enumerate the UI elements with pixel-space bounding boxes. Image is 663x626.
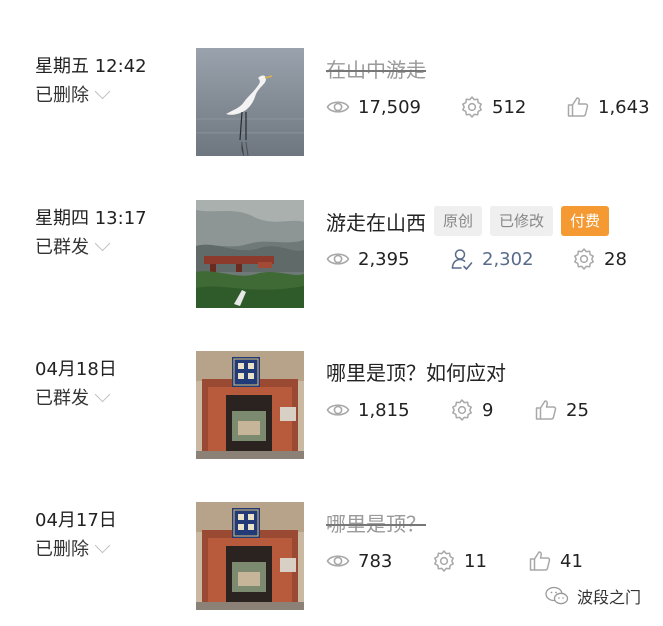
like-count: 25 <box>534 398 589 422</box>
read-count-value: 17,509 <box>358 96 421 118</box>
read-count-value: 783 <box>358 550 393 572</box>
article-stats: 1,815 9 25 <box>326 398 589 422</box>
chevron-down-icon[interactable] <box>94 235 111 251</box>
read-count: 17,509 <box>326 95 460 119</box>
status-label: 已群发 <box>35 237 89 258</box>
article-title[interactable]: 在山中游走 <box>326 54 426 83</box>
chevron-down-icon[interactable] <box>94 83 111 99</box>
article-title[interactable]: 哪里是顶？如何应对 <box>326 357 506 386</box>
publish-date: 04月18日 <box>35 359 117 380</box>
watermark-text: 波段之门 <box>577 588 642 607</box>
share-count-value: 11 <box>464 550 487 572</box>
thumbs-up-icon <box>566 95 590 119</box>
status-dropdown[interactable]: 已群发 <box>35 384 111 410</box>
like-count: 1,643 <box>566 95 650 119</box>
temple-gate-image <box>196 502 304 610</box>
like-count-value: 41 <box>560 550 583 572</box>
article-thumbnail[interactable] <box>196 48 304 156</box>
status-dropdown[interactable]: 已删除 <box>35 81 111 107</box>
read-count: 1,815 <box>326 398 450 422</box>
status-label: 已群发 <box>35 388 89 409</box>
status-label: 已删除 <box>35 539 89 560</box>
article-title[interactable]: 游走在山西 原创 已修改 付费 <box>326 206 610 236</box>
like-count: 41 <box>528 549 583 573</box>
egret-image <box>196 48 304 156</box>
like-count-value: 1,643 <box>598 96 650 118</box>
account-watermark: 波段之门 <box>545 584 641 608</box>
read-count: 783 <box>326 549 432 573</box>
eye-icon <box>326 549 350 573</box>
eye-icon <box>326 398 350 422</box>
share-count-value: 9 <box>482 399 494 421</box>
share-count: 11 <box>432 549 528 573</box>
read-count-value: 2,395 <box>358 248 410 270</box>
read-count-value: 1,815 <box>358 399 410 421</box>
thumbs-up-icon <box>534 398 558 422</box>
article-stats: 2,395 2,302 28 <box>326 247 627 271</box>
publish-date: 星期五 12:42 <box>35 56 147 77</box>
article-stats: 783 11 41 <box>326 549 583 573</box>
article-title[interactable]: 哪里是顶？ <box>326 508 426 537</box>
article-title-text: 哪里是顶？如何应对 <box>326 361 506 385</box>
temple-gate-image <box>196 351 304 459</box>
paid-tag: 付费 <box>561 206 610 236</box>
article-title-text: 游走在山西 <box>326 210 426 235</box>
article-row[interactable]: 星期四 13:17 已群发 游走在山西 原创 已修改 付费 2,395 2,30… <box>0 192 663 312</box>
read-count: 2,395 <box>326 247 450 271</box>
chevron-down-icon[interactable] <box>94 386 111 402</box>
article-thumbnail[interactable] <box>196 200 304 308</box>
original-tag: 原创 <box>434 206 483 236</box>
article-row[interactable]: 04月18日 已群发 哪里是顶？如何应对 1,815 9 25 <box>0 343 663 463</box>
status-dropdown[interactable]: 已删除 <box>35 535 111 561</box>
share-count-value: 512 <box>492 96 527 118</box>
modified-tag: 已修改 <box>490 206 554 236</box>
follow-count-value: 2,302 <box>482 248 534 270</box>
article-row[interactable]: 星期五 12:42 已删除 在山中游走 17,509 512 1,643 <box>0 40 663 160</box>
eye-icon <box>326 95 350 119</box>
share-count-value: 28 <box>604 248 627 270</box>
share-count: 28 <box>572 247 627 271</box>
status-dropdown[interactable]: 已群发 <box>35 233 111 259</box>
article-stats: 17,509 512 1,643 <box>326 95 650 119</box>
article-title-text: 在山中游走 <box>326 58 426 82</box>
article-thumbnail[interactable] <box>196 502 304 610</box>
status-label: 已删除 <box>35 85 89 106</box>
follow-count[interactable]: 2,302 <box>450 247 572 271</box>
gear-icon <box>432 549 456 573</box>
gear-icon <box>572 247 596 271</box>
eye-icon <box>326 247 350 271</box>
share-count: 9 <box>450 398 534 422</box>
follow-user-icon <box>450 247 474 271</box>
thumbs-up-icon <box>528 549 552 573</box>
chevron-down-icon[interactable] <box>94 537 111 553</box>
share-count: 512 <box>460 95 566 119</box>
publish-date: 04月17日 <box>35 510 117 531</box>
gear-icon <box>460 95 484 119</box>
like-count-value: 25 <box>566 399 589 421</box>
hanging-temple-image <box>196 200 304 308</box>
publish-date: 星期四 13:17 <box>35 208 147 229</box>
article-title-text: 哪里是顶？ <box>326 512 426 536</box>
gear-icon <box>450 398 474 422</box>
article-thumbnail[interactable] <box>196 351 304 459</box>
wechat-icon <box>545 586 569 605</box>
